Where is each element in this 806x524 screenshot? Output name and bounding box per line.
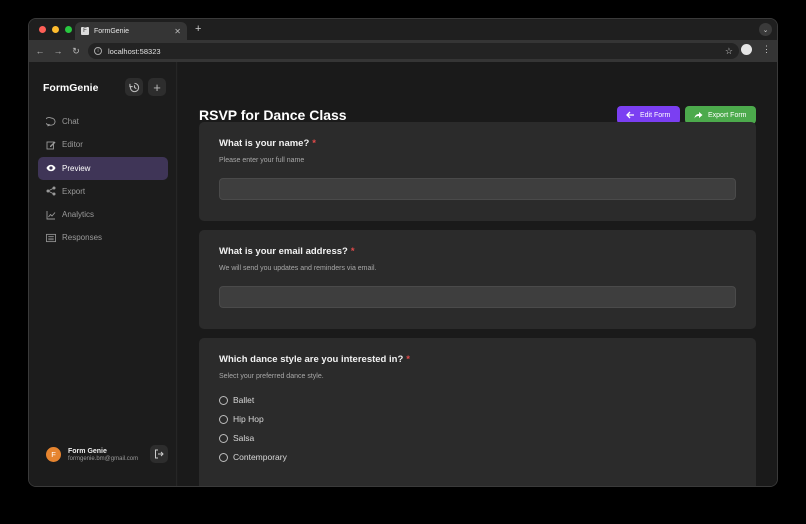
minimize-window-button[interactable] bbox=[52, 26, 59, 33]
radio-button[interactable] bbox=[219, 452, 228, 462]
sidebar-item-label: Chat bbox=[62, 117, 79, 126]
sidebar-item-label: Export bbox=[62, 186, 86, 196]
radio-option-salsa[interactable]: Salsa bbox=[219, 433, 254, 443]
sidebar-item-label: Preview bbox=[62, 163, 91, 173]
user-profile: F Form Genie formgenie.bm@gmail.com bbox=[46, 445, 168, 463]
export-form-label: Export Form bbox=[708, 111, 747, 119]
eye-icon bbox=[46, 163, 56, 173]
sidebar-item-preview[interactable]: Preview bbox=[38, 156, 168, 180]
name-input[interactable] bbox=[219, 178, 736, 200]
sidebar-item-editor[interactable]: Editor bbox=[38, 133, 168, 156]
app-root: FormGenie + Chat Editor Preview Export A… bbox=[29, 62, 777, 486]
history-button[interactable] bbox=[125, 78, 143, 96]
browser-menu-icon[interactable]: ⋮ bbox=[762, 44, 771, 55]
question-title-text: What is your email address? bbox=[219, 246, 348, 257]
profile-icon[interactable] bbox=[741, 44, 752, 55]
edit-icon bbox=[46, 140, 56, 150]
radio-option-ballet[interactable]: Ballet bbox=[219, 395, 254, 405]
radio-option-label: Hip Hop bbox=[233, 414, 264, 424]
window-controls bbox=[39, 26, 72, 33]
share-arrow-icon bbox=[694, 112, 703, 119]
browser-tab[interactable]: F FormGenie ✕ bbox=[75, 22, 187, 40]
history-icon bbox=[128, 82, 139, 92]
reload-icon[interactable]: ↻ bbox=[67, 46, 85, 57]
required-marker: * bbox=[312, 138, 316, 149]
question-card-dance-style: Which dance style are you interested in?… bbox=[199, 338, 756, 486]
browser-toolbar: ← → ↻ i localhost:58323 ☆ ⋮ bbox=[29, 40, 777, 62]
radio-button[interactable] bbox=[219, 395, 228, 405]
radio-option-hip-hop[interactable]: Hip Hop bbox=[219, 414, 264, 424]
site-info-icon[interactable]: i bbox=[94, 47, 102, 55]
sidebar-nav: Chat Editor Preview Export Analytics Res… bbox=[38, 110, 168, 250]
sidebar-item-responses[interactable]: Responses bbox=[38, 226, 168, 249]
sidebar: FormGenie + Chat Editor Preview Export A… bbox=[29, 62, 177, 486]
tab-bar: F FormGenie ✕ + ⌄ bbox=[29, 19, 777, 40]
arrow-left-icon bbox=[626, 111, 634, 119]
plus-icon: + bbox=[153, 79, 161, 95]
question-card-email: What is your email address? * We will sen… bbox=[199, 230, 756, 329]
radio-button[interactable] bbox=[219, 414, 228, 424]
main-content: RSVP for Dance Class Edit Form Export Fo… bbox=[178, 62, 777, 486]
radio-button[interactable] bbox=[219, 433, 228, 443]
user-email: formgenie.bm@gmail.com bbox=[68, 455, 139, 462]
favicon-icon: F bbox=[81, 27, 89, 35]
required-marker: * bbox=[350, 246, 355, 257]
sidebar-item-export[interactable]: Export bbox=[38, 180, 168, 203]
question-help-text: We will send you updates and reminders v… bbox=[219, 265, 377, 272]
browser-window: F FormGenie ✕ + ⌄ ← → ↻ i localhost:5832… bbox=[28, 18, 778, 487]
chart-line-icon bbox=[46, 210, 56, 220]
question-title: What is your name? * bbox=[219, 138, 316, 149]
page-title: RSVP for Dance Class bbox=[199, 107, 347, 123]
question-title-text: Which dance style are you interested in? bbox=[219, 354, 404, 365]
edit-form-label: Edit Form bbox=[640, 111, 671, 119]
logout-button[interactable] bbox=[150, 445, 168, 463]
avatar[interactable]: F bbox=[46, 447, 61, 462]
email-input[interactable] bbox=[219, 286, 736, 308]
question-help-text: Please enter your full name bbox=[219, 157, 305, 164]
radio-option-label: Contemporary bbox=[233, 452, 287, 462]
tab-search-icon[interactable]: ⌄ bbox=[759, 23, 772, 36]
user-name: Form Genie bbox=[68, 447, 107, 455]
list-icon bbox=[46, 233, 56, 243]
sidebar-item-label: Editor bbox=[62, 140, 83, 150]
chat-bubble-icon bbox=[46, 116, 56, 127]
tab-title: FormGenie bbox=[94, 27, 130, 35]
share-icon bbox=[46, 186, 56, 196]
question-title: What is your email address? * bbox=[219, 246, 355, 257]
question-title: Which dance style are you interested in?… bbox=[219, 354, 410, 365]
required-marker: * bbox=[406, 354, 410, 365]
question-card-name: What is your name? * Please enter your fu… bbox=[199, 122, 756, 221]
question-help-text: Select your preferred dance style. bbox=[219, 373, 324, 380]
forward-icon[interactable]: → bbox=[49, 46, 67, 56]
sidebar-item-label: Analytics bbox=[62, 210, 95, 220]
sidebar-item-chat[interactable]: Chat bbox=[38, 110, 168, 133]
sidebar-item-analytics[interactable]: Analytics bbox=[38, 203, 168, 226]
sidebar-item-label: Responses bbox=[62, 233, 103, 243]
question-title-text: What is your name? bbox=[219, 138, 310, 149]
app-logo: FormGenie bbox=[43, 82, 99, 94]
close-tab-icon[interactable]: ✕ bbox=[174, 27, 181, 36]
radio-option-contemporary[interactable]: Contemporary bbox=[219, 452, 287, 462]
bookmark-star-icon[interactable]: ☆ bbox=[725, 46, 733, 57]
new-form-button[interactable]: + bbox=[148, 78, 166, 96]
radio-option-label: Salsa bbox=[233, 433, 255, 443]
new-tab-icon[interactable]: + bbox=[195, 23, 201, 35]
radio-option-label: Ballet bbox=[233, 395, 255, 405]
maximize-window-button[interactable] bbox=[65, 26, 72, 33]
logout-icon bbox=[155, 449, 164, 459]
url-text[interactable]: localhost:58323 bbox=[108, 47, 725, 56]
address-bar[interactable]: i localhost:58323 ☆ bbox=[88, 43, 739, 59]
back-icon[interactable]: ← bbox=[31, 46, 49, 56]
close-window-button[interactable] bbox=[39, 26, 46, 33]
